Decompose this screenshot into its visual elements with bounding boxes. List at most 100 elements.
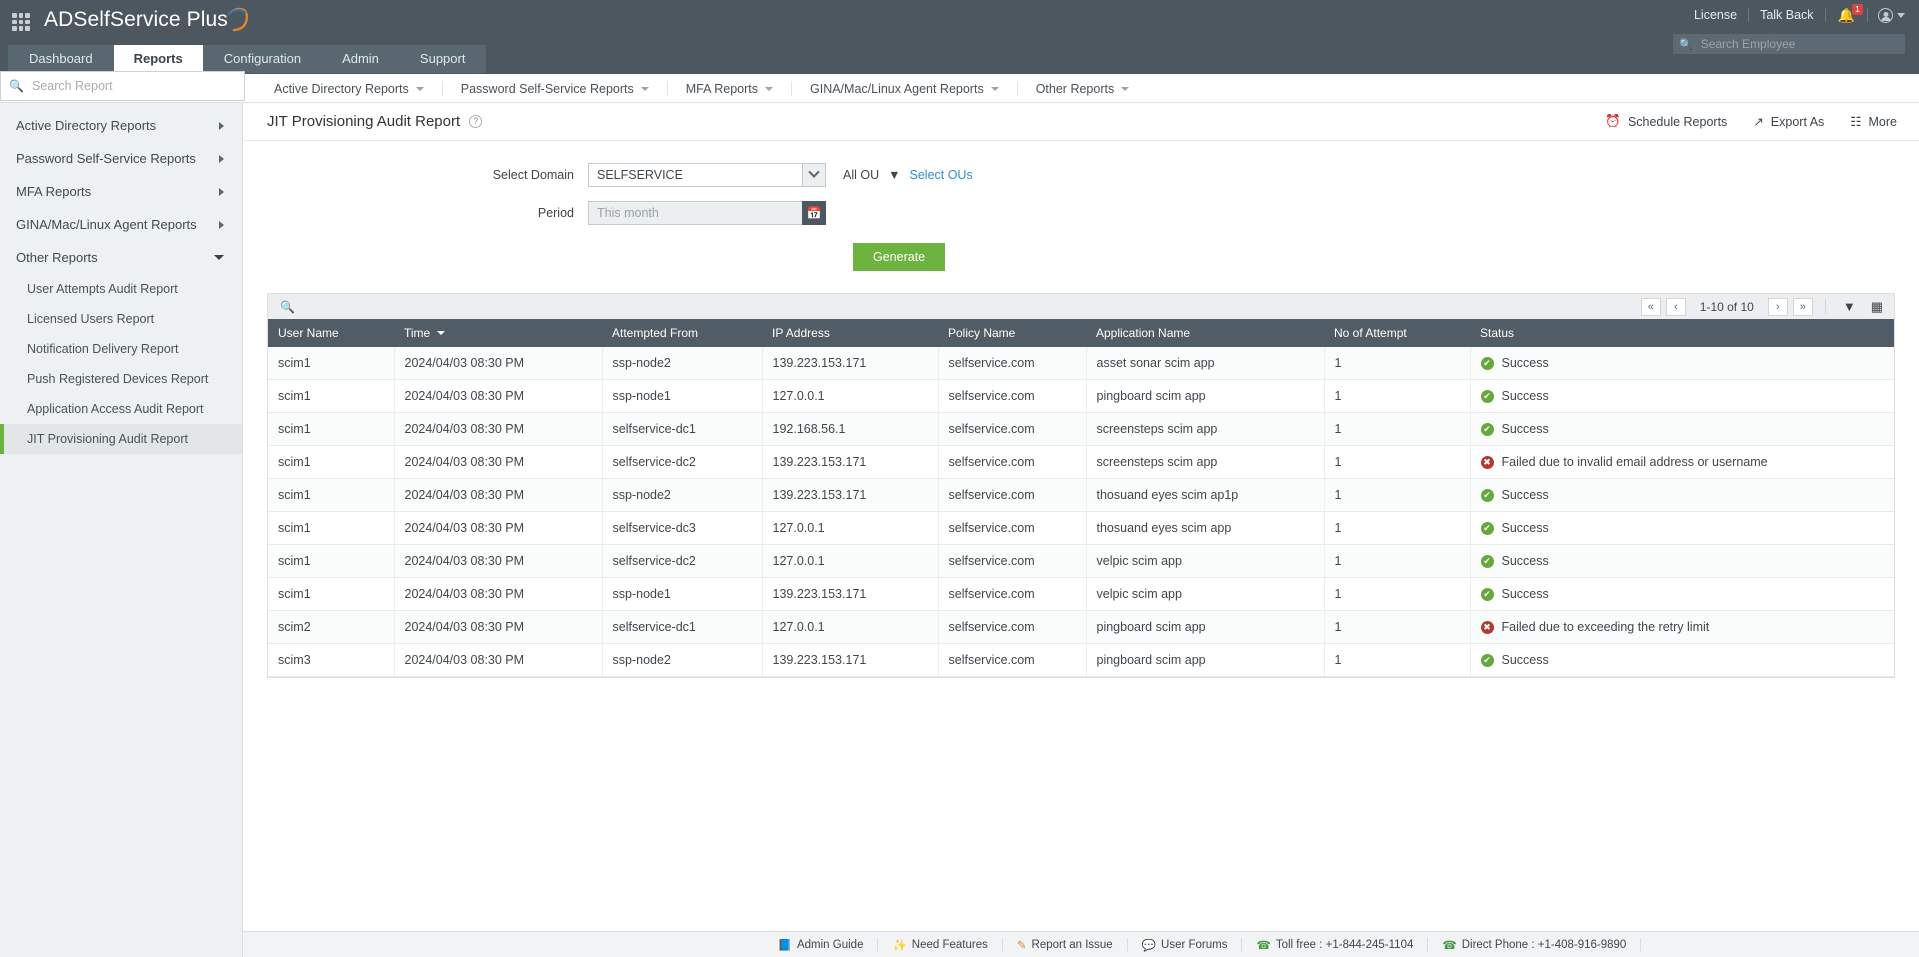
- table-row[interactable]: scim3 2024/04/03 08:30 PM ssp-node2 139.223…: [268, 643, 1894, 677]
- help-icon[interactable]: ?: [469, 115, 483, 128]
- success-icon: ✔: [1480, 653, 1494, 667]
- footer-need-features[interactable]: ✨ Need Features: [878, 937, 1003, 952]
- generate-button[interactable]: Generate: [853, 243, 946, 271]
- tab-support[interactable]: Support: [399, 45, 487, 73]
- sidebar-item-user-attempts-audit-report[interactable]: User Attempts Audit Report: [0, 274, 242, 304]
- cell-ip-address: 127.0.0.1: [762, 379, 939, 413]
- menu-gina-mac-linux-agent-reports[interactable]: GINA/Mac/Linux Agent Reports: [792, 81, 1018, 96]
- sidebar-item-gina-mac-linux-agent-reports[interactable]: GINA/Mac/Linux Agent Reports: [0, 208, 242, 241]
- footer-label: Need Features: [911, 938, 988, 951]
- sidebar-item-password-self-service-reports[interactable]: Password Self-Service Reports: [0, 142, 242, 175]
- notifications-button[interactable]: 🔔 1: [1826, 3, 1867, 24]
- column-settings-icon[interactable]: ▦: [1866, 299, 1888, 315]
- sidebar-item-licensed-users-report[interactable]: Licensed Users Report: [0, 304, 242, 334]
- first-page-button[interactable]: «: [1640, 297, 1661, 316]
- sidebar-item-active-directory-reports[interactable]: Active Directory Reports: [0, 109, 242, 142]
- table-row[interactable]: scim1 2024/04/03 08:30 PM ssp-node1 139.223…: [268, 577, 1894, 611]
- cell-application-name: pingboard scim app: [1086, 610, 1325, 644]
- prev-page-button[interactable]: ‹: [1665, 297, 1686, 316]
- calendar-icon[interactable]: 📅: [802, 201, 826, 225]
- select-ous-link[interactable]: Select OUs: [910, 168, 973, 182]
- table-row[interactable]: scim1 2024/04/03 08:30 PM selfservice-dc2 1…: [268, 445, 1894, 479]
- column-application-name[interactable]: Application Name: [1086, 319, 1324, 347]
- column-status[interactable]: Status: [1470, 319, 1894, 347]
- cell-no-of-attempt: 1: [1324, 412, 1471, 446]
- sidebar-item-application-access-audit-report[interactable]: Application Access Audit Report: [0, 394, 242, 424]
- table-row[interactable]: scim1 2024/04/03 08:30 PM selfservice-dc3 1…: [268, 511, 1894, 545]
- report-search-box[interactable]: 🔍: [0, 71, 245, 101]
- cell-user-name: scim3: [268, 643, 395, 677]
- sidebar-item-mfa-reports[interactable]: MFA Reports: [0, 175, 242, 208]
- table-row[interactable]: scim1 2024/04/03 08:30 PM ssp-node2 139.223…: [268, 347, 1894, 380]
- table-row[interactable]: scim1 2024/04/03 08:30 PM ssp-node2 139.223…: [268, 478, 1894, 512]
- sidebar-item-other-reports[interactable]: Other Reports: [0, 241, 242, 274]
- cell-application-name: thosuand eyes scim app: [1086, 511, 1325, 545]
- column-time[interactable]: Time: [394, 319, 602, 347]
- avatar-icon: [1878, 7, 1893, 23]
- cell-status: ✔ Success: [1470, 511, 1894, 545]
- success-icon: ✔: [1480, 488, 1494, 502]
- footer-toll-free[interactable]: ☎ Toll free : +1-844-245-1104: [1242, 937, 1429, 952]
- cell-user-name: scim1: [268, 347, 395, 380]
- footer-user-forums[interactable]: 💬 User Forums: [1128, 937, 1243, 952]
- cell-attempted-from: ssp-node1: [602, 577, 763, 611]
- menu-active-directory-reports[interactable]: Active Directory Reports: [256, 81, 443, 96]
- main-tabs: Dashboard Reports Configuration Admin Su…: [8, 45, 487, 73]
- clock-icon: ⏰: [1605, 114, 1621, 128]
- more-button[interactable]: ☷ More: [1850, 114, 1897, 130]
- column-user-name[interactable]: User Name: [268, 319, 394, 347]
- menu-other-reports[interactable]: Other Reports: [1018, 81, 1148, 96]
- column-attempted-from[interactable]: Attempted From: [602, 319, 762, 347]
- table-row[interactable]: scim1 2024/04/03 08:30 PM selfservice-dc2 1…: [268, 544, 1894, 578]
- table-row[interactable]: scim1 2024/04/03 08:30 PM ssp-node1 127.0.0…: [268, 379, 1894, 413]
- column-no-of-attempt[interactable]: No of Attempt: [1324, 319, 1470, 347]
- app-grid-icon[interactable]: [12, 13, 30, 31]
- cell-attempted-from: selfservice-dc2: [602, 544, 763, 578]
- sidebar-item-push-registered-devices-report[interactable]: Push Registered Devices Report: [0, 364, 242, 394]
- menu-mfa-reports[interactable]: MFA Reports: [668, 81, 792, 96]
- column-ip-address[interactable]: IP Address: [762, 319, 938, 347]
- user-menu[interactable]: [1868, 7, 1905, 23]
- cell-no-of-attempt: 1: [1324, 478, 1471, 512]
- search-employee-input[interactable]: [1698, 36, 1899, 52]
- cell-user-name: scim1: [268, 445, 395, 479]
- license-link[interactable]: License: [1683, 8, 1748, 22]
- tab-configuration[interactable]: Configuration: [203, 45, 323, 73]
- chevron-down-icon[interactable]: [802, 164, 825, 186]
- next-page-button[interactable]: ›: [1767, 297, 1788, 316]
- cell-time: 2024/04/03 08:30 PM: [394, 511, 603, 545]
- status-label: Success: [1501, 488, 1549, 502]
- search-icon[interactable]: 🔍: [280, 300, 295, 314]
- search-report-input[interactable]: [29, 78, 236, 94]
- cell-status: ✖ Failed due to invalid email address or …: [1470, 445, 1894, 479]
- status-label: Success: [1501, 587, 1549, 601]
- export-as-button[interactable]: ↗ Export As: [1753, 114, 1824, 130]
- bulb-icon: ✨: [892, 939, 907, 952]
- table-row[interactable]: scim1 2024/04/03 08:30 PM selfservice-dc1 1…: [268, 412, 1894, 446]
- tab-dashboard[interactable]: Dashboard: [8, 45, 114, 73]
- menu-password-self-service-reports[interactable]: Password Self-Service Reports: [443, 81, 668, 96]
- column-policy-name[interactable]: Policy Name: [938, 319, 1086, 347]
- talk-back-link[interactable]: Talk Back: [1749, 8, 1825, 22]
- filter-icon[interactable]: ▼: [1838, 299, 1861, 314]
- tab-reports[interactable]: Reports: [113, 45, 204, 73]
- sidebar-item-jit-provisioning-audit-report[interactable]: JIT Provisioning Audit Report: [0, 424, 242, 454]
- select-domain-dropdown[interactable]: SELFSERVICE: [588, 163, 826, 187]
- sidebar-item-notification-delivery-report[interactable]: Notification Delivery Report: [0, 334, 242, 364]
- report-table: 🔍 « ‹ 1-10 of 10 › » ▼ ▦ User Name Time: [267, 293, 1895, 678]
- footer-report-an-issue[interactable]: ✎ Report an Issue: [1003, 937, 1128, 952]
- last-page-button[interactable]: »: [1792, 297, 1813, 316]
- filter-icon[interactable]: ▼: [888, 168, 900, 182]
- employee-search-box[interactable]: 🔍: [1673, 34, 1905, 54]
- cell-attempted-from: selfservice-dc2: [602, 445, 763, 479]
- cell-ip-address: 139.223.153.171: [762, 577, 939, 611]
- table-row[interactable]: scim2 2024/04/03 08:30 PM selfservice-dc1 1…: [268, 610, 1894, 644]
- book-icon: 📘: [777, 939, 792, 952]
- footer-direct-phone[interactable]: ☎ Direct Phone : +1-408-916-9890: [1428, 937, 1642, 952]
- chevron-down-icon: [640, 86, 649, 91]
- period-field[interactable]: This month 📅: [588, 201, 826, 225]
- schedule-reports-button[interactable]: ⏰ Schedule Reports: [1605, 114, 1727, 129]
- footer-admin-guide[interactable]: 📘 Admin Guide: [764, 937, 879, 952]
- status-label: Success: [1501, 422, 1549, 436]
- tab-admin[interactable]: Admin: [322, 45, 400, 73]
